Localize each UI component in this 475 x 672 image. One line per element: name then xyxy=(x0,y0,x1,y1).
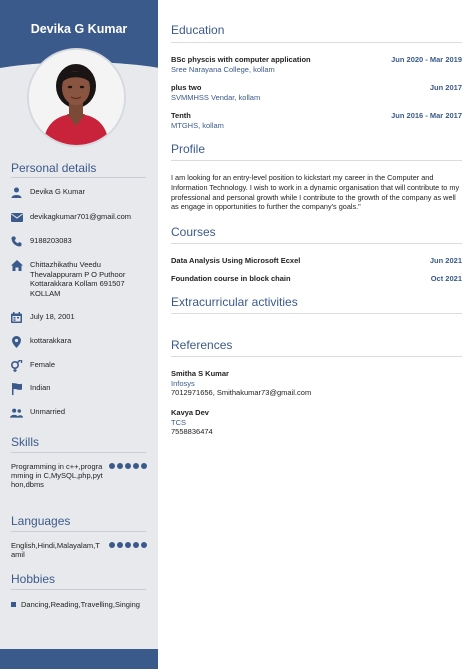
reference-contact: 7558836474 xyxy=(171,427,213,436)
reference-item: Kavya Dev TCS 7558836474 xyxy=(171,408,462,437)
rating-dot xyxy=(141,463,147,469)
rating-dot xyxy=(117,463,123,469)
personal-value: Unmarried xyxy=(30,407,66,416)
language-rating xyxy=(109,542,147,548)
divider xyxy=(11,589,146,590)
people-icon xyxy=(10,407,23,418)
divider xyxy=(11,177,146,178)
reference-contact: 7012971656, Smithakumar73@gmail.com xyxy=(171,388,312,397)
personal-value: Indian xyxy=(30,383,51,392)
rating-dot xyxy=(117,542,123,548)
hobby-label: Dancing,Reading,Travelling,Singing xyxy=(21,600,140,609)
profile-heading: Profile xyxy=(171,142,206,156)
hobbies-heading: Hobbies xyxy=(11,572,56,586)
reference-name: Smitha S Kumar xyxy=(171,369,229,378)
language-label: English,Hindi,Malayalam,Tamil xyxy=(11,541,100,559)
extracurricular-heading: Extracurricular activities xyxy=(171,295,298,309)
phone-icon xyxy=(10,236,23,247)
education-school: Sree Narayana College, kollam xyxy=(171,65,275,74)
course-title: Foundation course in block chain xyxy=(171,274,291,283)
course-item: Foundation course in block chain Oct 202… xyxy=(171,274,462,283)
education-school: SVMMHSS Vendar, kollam xyxy=(171,93,261,102)
references-heading: References xyxy=(171,338,233,352)
profile-text: I am looking for an entry-level position… xyxy=(171,173,460,212)
personal-value: 9188203083 xyxy=(30,236,72,245)
divider xyxy=(171,356,462,357)
course-item: Data Analysis Using Microsoft Ecxel Jun … xyxy=(171,256,462,265)
course-date: Oct 2021 xyxy=(430,274,462,283)
location-pin-icon xyxy=(10,335,23,348)
rating-dot xyxy=(133,463,139,469)
course-date: Jun 2021 xyxy=(429,256,462,265)
rating-dot xyxy=(125,542,131,548)
sidebar-footer-band xyxy=(0,649,158,669)
gender-icon xyxy=(10,359,23,372)
education-degree: plus two xyxy=(171,83,202,92)
divider xyxy=(11,452,146,453)
education-heading: Education xyxy=(171,23,225,37)
education-date: Jun 2020 - Mar 2019 xyxy=(391,55,462,64)
divider xyxy=(171,243,462,244)
skills-heading: Skills xyxy=(11,435,40,449)
personal-details-heading: Personal details xyxy=(11,161,97,175)
personal-value: kottarakkara xyxy=(30,336,72,345)
education-date: Jun 2016 - Mar 2017 xyxy=(391,111,462,120)
rating-dot xyxy=(109,463,115,469)
reference-company: Infosys xyxy=(171,378,195,388)
home-icon xyxy=(10,260,23,271)
education-item: Tenth Jun 2016 - Mar 2017 MTGHS, kollam xyxy=(171,111,462,130)
skill-rating xyxy=(109,463,147,469)
divider xyxy=(11,531,146,532)
resume-page: Devika G Kumar Personal details Devika G… xyxy=(0,0,475,672)
courses-heading: Courses xyxy=(171,225,216,239)
languages-heading: Languages xyxy=(11,514,71,528)
reference-company: TCS xyxy=(171,417,186,427)
personal-value: Female xyxy=(30,360,56,369)
envelope-icon xyxy=(10,212,23,223)
education-date: Jun 2017 xyxy=(429,83,462,92)
flag-icon xyxy=(10,382,23,395)
personal-value: Devika G Kumar xyxy=(30,187,86,196)
personal-value: devikagkumar701@gmail.com xyxy=(30,212,131,221)
personal-value: July 18, 2001 xyxy=(30,312,75,321)
skill-label: Programming in c++,programming in C,MySQ… xyxy=(11,462,103,489)
rating-dot xyxy=(133,542,139,548)
bullet-square-icon xyxy=(11,602,16,607)
reference-item: Smitha S Kumar Infosys 7012971656, Smith… xyxy=(171,369,462,398)
rating-dot xyxy=(125,463,131,469)
divider xyxy=(171,42,462,43)
rating-dot xyxy=(109,542,115,548)
course-title: Data Analysis Using Microsoft Ecxel xyxy=(171,256,301,265)
education-school: MTGHS, kollam xyxy=(171,121,224,130)
personal-value: Chittazhikathu Veedu Thevalappuram P O P… xyxy=(30,260,126,298)
divider xyxy=(171,160,462,161)
rating-dot xyxy=(141,542,147,548)
person-icon xyxy=(10,187,23,198)
divider xyxy=(171,313,462,314)
profile-photo xyxy=(29,50,124,145)
reference-name: Kavya Dev xyxy=(171,408,209,417)
education-item: BSc physcis with computer application Ju… xyxy=(171,55,462,74)
candidate-name: Devika G Kumar xyxy=(30,22,128,36)
calendar-icon xyxy=(10,312,23,323)
education-item: plus two Jun 2017 SVMMHSS Vendar, kollam xyxy=(171,83,462,102)
